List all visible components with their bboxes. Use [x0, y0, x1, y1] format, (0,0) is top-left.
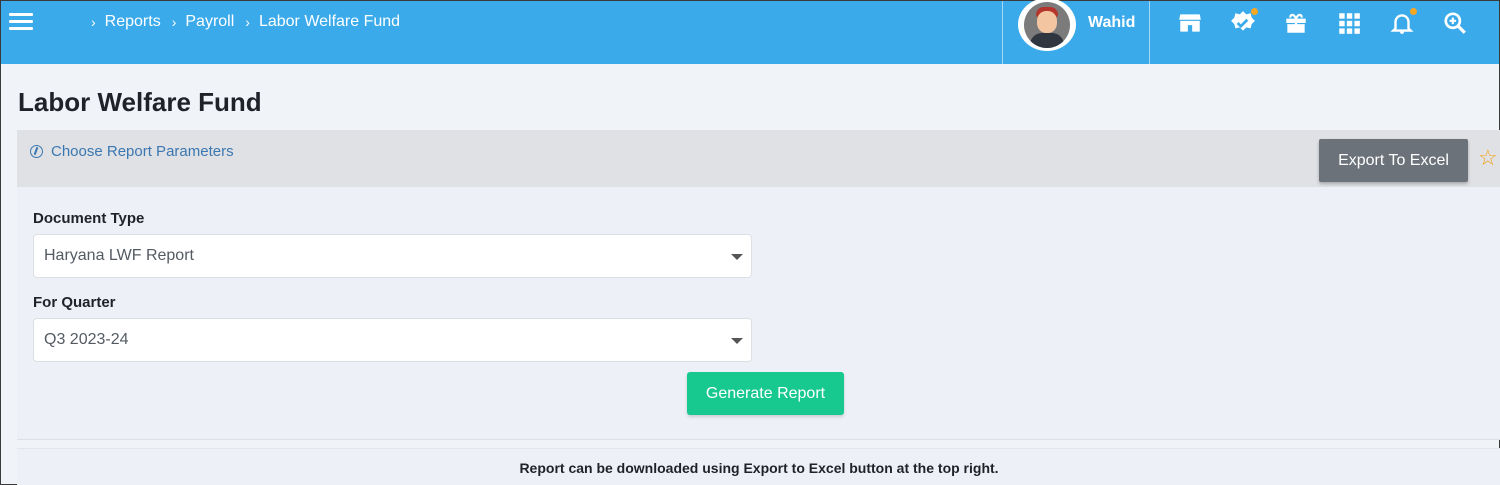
breadcrumb-payroll[interactable]: Payroll — [185, 13, 234, 31]
notification-dot — [1251, 8, 1258, 15]
choose-parameters-link[interactable]: Choose Report Parameters — [30, 143, 234, 160]
choose-parameters-label: Choose Report Parameters — [51, 143, 234, 160]
breadcrumb: › Reports › Payroll › Labor Welfare Fund — [91, 13, 411, 31]
quarter-select[interactable]: Q3 2023-24 — [33, 318, 752, 362]
avatar[interactable] — [1018, 0, 1076, 51]
report-output-panel: Report can be downloaded using Export to… — [17, 448, 1500, 485]
page-title: Labor Welfare Fund — [18, 87, 262, 117]
bell-icon[interactable] — [1389, 8, 1417, 36]
breadcrumb-current: Labor Welfare Fund — [258, 13, 401, 30]
store-icon[interactable] — [1177, 10, 1203, 36]
notification-dot — [1410, 8, 1417, 15]
document-type-label: Document Type — [33, 210, 145, 227]
chevron-right-icon: › — [91, 14, 96, 30]
caret-down-icon — [731, 254, 743, 260]
report-parameters-header: Choose Report Parameters Export To Excel… — [17, 130, 1500, 187]
star-icon[interactable]: ☆ — [1478, 145, 1498, 171]
document-type-select[interactable]: Haryana LWF Report — [33, 234, 752, 278]
verified-badge-icon[interactable] — [1230, 8, 1258, 36]
chevron-right-icon: › — [245, 14, 250, 30]
generate-report-button[interactable]: Generate Report — [687, 372, 844, 415]
report-parameters-form: Document Type Haryana LWF Report For Qua… — [17, 187, 1500, 440]
gift-icon[interactable] — [1283, 10, 1309, 36]
export-to-excel-button[interactable]: Export To Excel — [1319, 139, 1468, 182]
document-type-value: Haryana LWF Report — [44, 247, 194, 264]
apps-grid-icon[interactable] — [1336, 10, 1362, 36]
top-navbar: › Reports › Payroll › Labor Welfare Fund… — [1, 0, 1499, 64]
chevron-right-icon: › — [171, 14, 177, 30]
zoom-search-icon[interactable] — [1442, 10, 1468, 36]
user-menu[interactable]: Wahid — [1002, 0, 1150, 64]
quarter-label: For Quarter — [33, 294, 116, 311]
export-hint: Report can be downloaded using Export to… — [519, 460, 999, 476]
hamburger-menu-icon[interactable] — [9, 13, 33, 31]
caret-down-icon — [731, 338, 743, 344]
header-icon-bar — [1177, 8, 1495, 36]
parameters-icon — [30, 145, 43, 158]
breadcrumb-reports[interactable]: Reports — [105, 13, 161, 31]
username[interactable]: Wahid — [1088, 14, 1135, 32]
quarter-value: Q3 2023-24 — [44, 331, 129, 348]
